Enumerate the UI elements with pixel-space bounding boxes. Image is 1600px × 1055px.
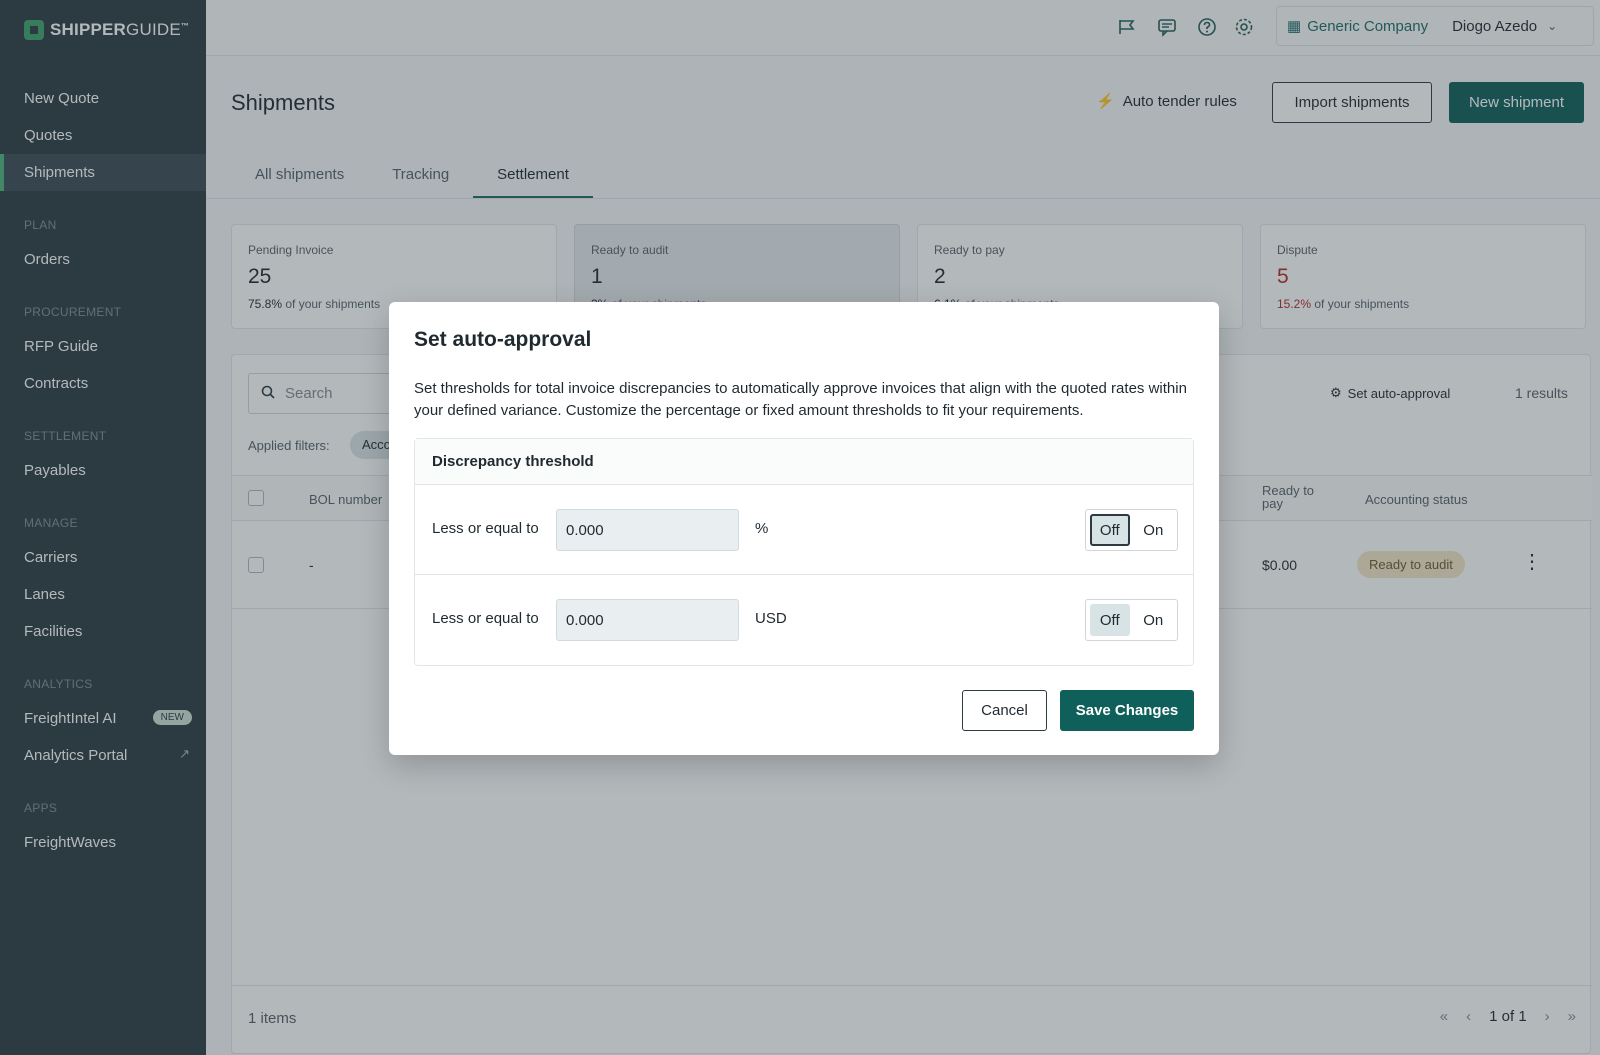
threshold-row-percent: Less or equal to % Off On [415,485,1193,575]
threshold-row-usd: Less or equal to USD Off On [415,575,1193,665]
toggle-on-option[interactable]: On [1134,514,1173,546]
toggle-off-option[interactable]: Off [1090,604,1130,636]
threshold-label: Less or equal to [432,610,539,627]
dialog-description: Set thresholds for total invoice discrep… [414,380,1187,419]
cancel-button[interactable]: Cancel [962,690,1047,731]
toggle-off-option[interactable]: Off [1090,514,1130,546]
save-changes-button[interactable]: Save Changes [1060,690,1194,731]
dialog-title: Set auto-approval [414,328,592,351]
percent-threshold-toggle[interactable]: Off On [1085,509,1178,551]
auto-approval-dialog: Set auto-approval Set thresholds for tot… [389,302,1219,755]
usd-threshold-input[interactable] [556,599,739,641]
toggle-on-option[interactable]: On [1134,604,1174,636]
unit-label: USD [755,610,787,627]
unit-label: % [755,520,769,537]
percent-threshold-input[interactable] [556,509,739,551]
discrepancy-threshold-section: Discrepancy threshold Less or equal to %… [414,438,1194,666]
section-title: Discrepancy threshold [415,439,1193,485]
usd-threshold-toggle[interactable]: Off On [1085,599,1178,641]
threshold-label: Less or equal to [432,520,539,537]
